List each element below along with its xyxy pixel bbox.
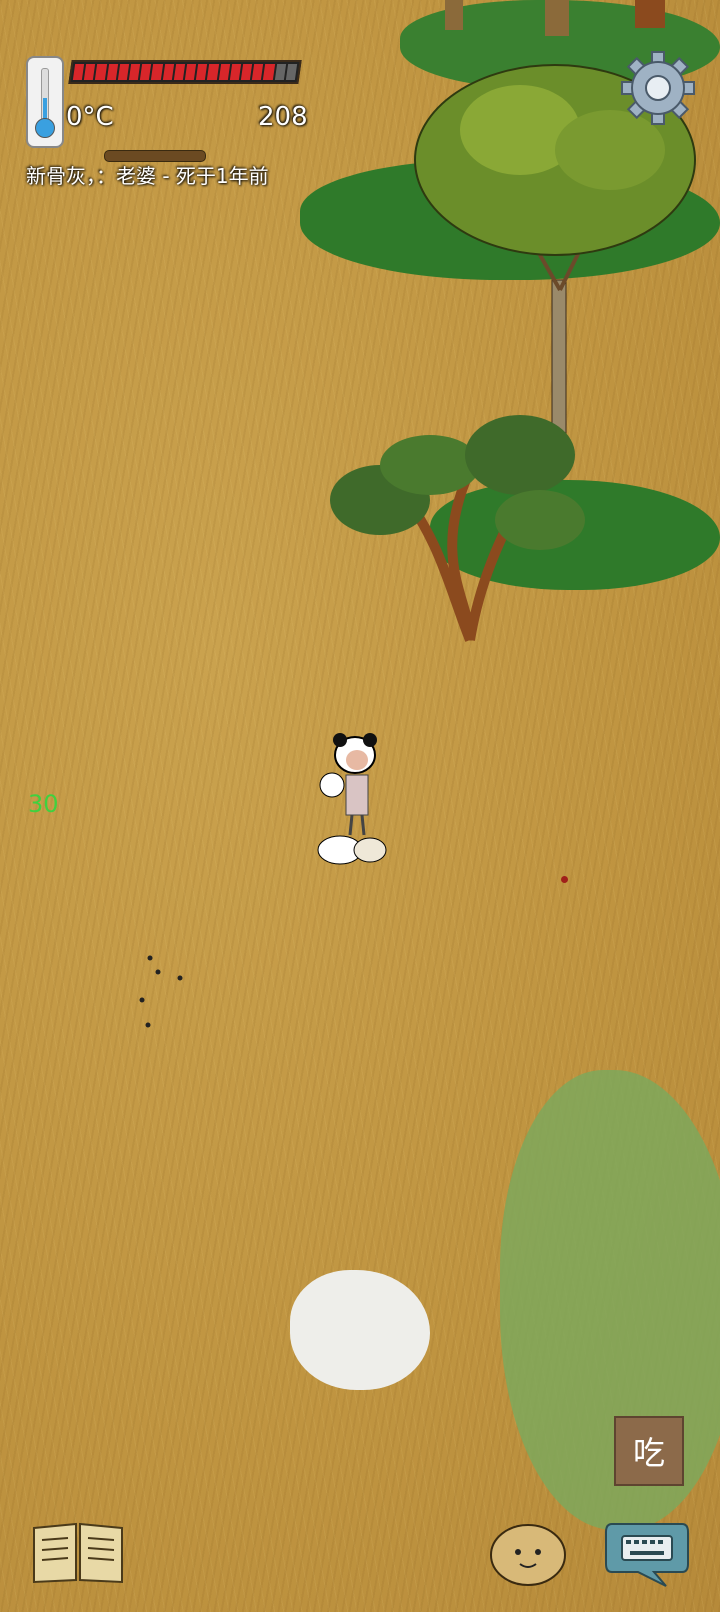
thermometer-icon — [26, 56, 64, 148]
food-pip — [151, 64, 163, 80]
food-pip — [229, 64, 242, 80]
gear-icon[interactable] — [620, 50, 696, 126]
food-pip — [106, 64, 118, 80]
food-pip — [117, 64, 130, 80]
food-pip — [218, 64, 230, 80]
tree-trunks-top — [445, 0, 665, 36]
food-pip — [95, 64, 107, 80]
keyboard-icon[interactable] — [604, 1520, 690, 1590]
food-pip — [173, 64, 186, 80]
food-pip-empty — [274, 64, 286, 80]
book-icon[interactable] — [30, 1520, 126, 1584]
food-pip — [140, 64, 152, 80]
food-pip — [263, 64, 275, 80]
food-bar — [68, 60, 302, 84]
food-pip — [240, 64, 253, 80]
food-pip — [196, 64, 208, 80]
death-notice: 新骨灰，：老婆 - 死于1年前 — [26, 164, 269, 188]
player-character[interactable] — [310, 730, 400, 910]
food-pip — [184, 64, 197, 80]
eat-button[interactable]: 吃 — [614, 1416, 684, 1486]
food-pip — [72, 64, 85, 80]
age-indicator: 30 — [28, 790, 59, 818]
food-pip — [128, 64, 141, 80]
temperature-readout: 0°C — [66, 102, 114, 132]
food-pip — [162, 64, 174, 80]
face-icon[interactable] — [488, 1522, 568, 1588]
food-pip-empty — [285, 64, 298, 80]
food-pip — [252, 64, 264, 80]
scattered-seeds — [139, 955, 183, 1028]
pine-tree[interactable] — [330, 415, 585, 642]
berry[interactable] — [561, 876, 568, 883]
food-value: 208 — [258, 102, 308, 132]
food-pip — [207, 64, 219, 80]
food-pip — [84, 64, 96, 80]
